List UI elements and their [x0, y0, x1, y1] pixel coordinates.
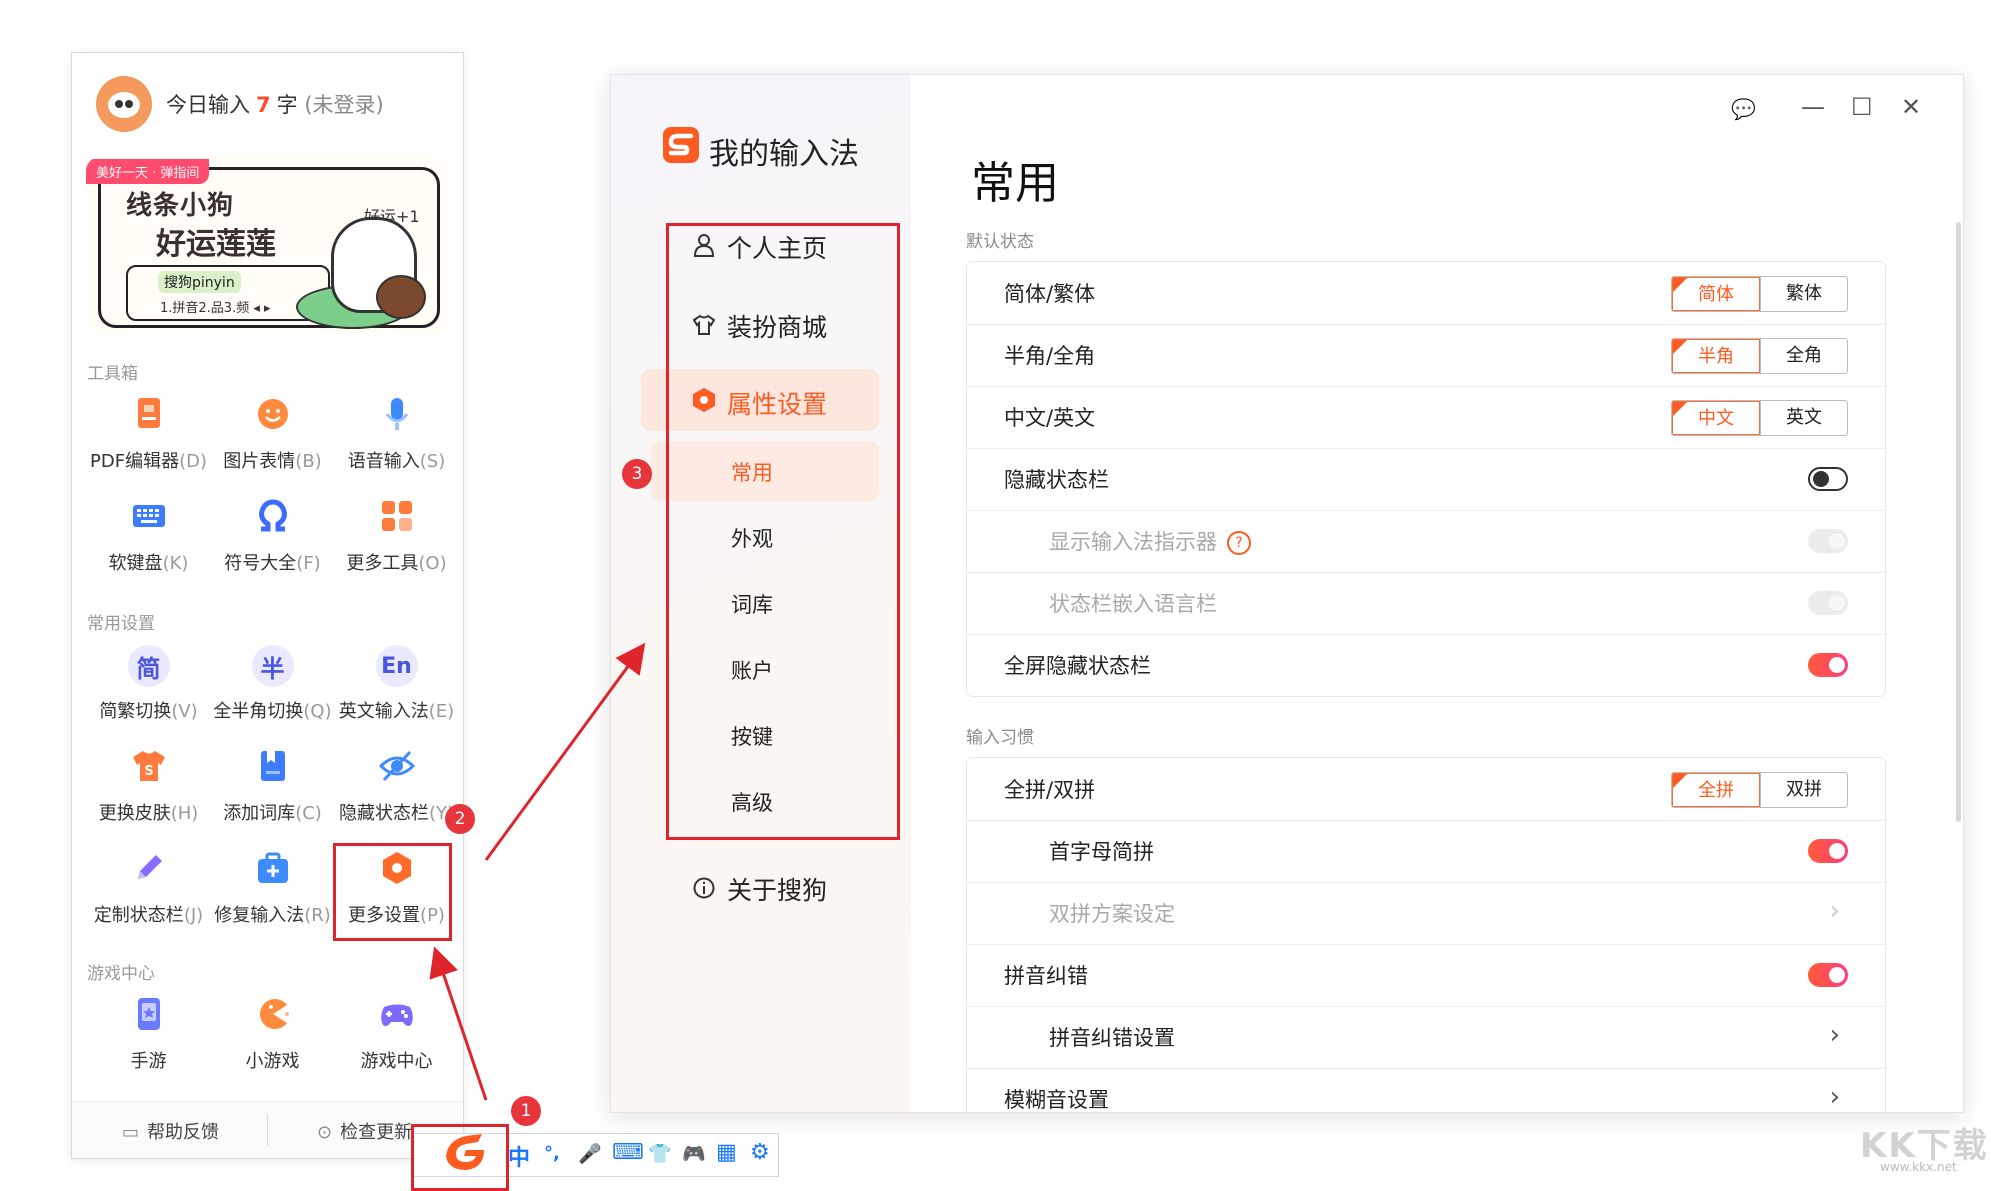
arrow-to-more-settings [429, 946, 488, 1101]
step-badge-3: 3 [622, 459, 652, 489]
annotation-arrows [429, 642, 646, 1101]
step-badge-1: 1 [511, 1096, 541, 1126]
step-badge-2: 2 [445, 804, 475, 834]
arrow-to-properties [484, 642, 646, 861]
watermark-url: www.kkx.net [1880, 1160, 1957, 1174]
